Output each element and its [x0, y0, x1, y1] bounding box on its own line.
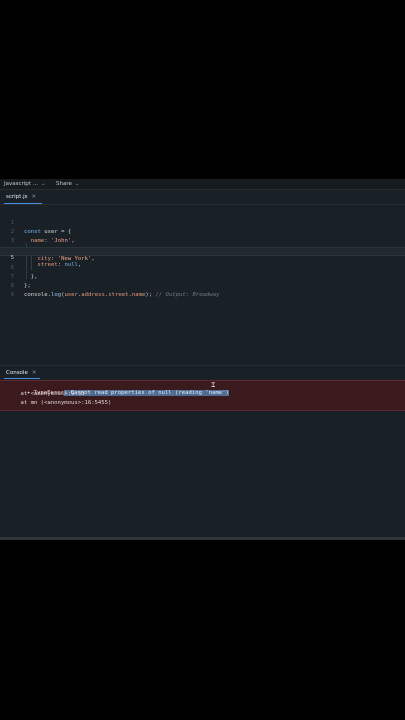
code-line: 9 [0, 282, 405, 298]
top-toolbar: Javascript ... ⌄ Share ⌄ [0, 179, 405, 190]
tab-console[interactable]: Console ✕ [6, 370, 36, 376]
language-selector[interactable]: Javascript ... ⌄ [4, 181, 46, 187]
close-icon[interactable]: ✕ [31, 194, 36, 200]
share-label: Share [56, 181, 72, 187]
code-editor[interactable]: 1 const user = { 2 name: 'John', 3 addre… [0, 206, 405, 366]
language-label: Javascript ... [4, 181, 38, 187]
line-number: 9 [10, 292, 14, 298]
code-line: 4 city: 'New York', [0, 237, 405, 262]
tab-label: script.js [6, 194, 28, 200]
console-tabbar: Console ✕ [0, 365, 405, 379]
bottom-status-strip [0, 537, 405, 540]
code-line: 2 name: 'John', [0, 219, 405, 244]
console-tab-label: Console [6, 370, 28, 376]
stack-frame: at <anonymous>:9:33 [7, 391, 85, 397]
share-button[interactable]: Share ⌄ [56, 181, 79, 187]
code-text: console.log(user.address.street.name); /… [24, 292, 220, 298]
code-line: 7 }; [0, 264, 405, 289]
code-line: 1 const user = { [0, 210, 405, 235]
error-message-selected: : Cannot read properties of null (readin… [63, 390, 229, 396]
tab-script-js[interactable]: script.js ✕ [6, 194, 36, 200]
close-icon[interactable]: ✕ [32, 370, 37, 376]
active-tab-indicator [4, 378, 40, 379]
code-playground-window: Javascript ... ⌄ Share ⌄ script.js ✕ 1 cons… [0, 179, 405, 540]
code-line: 3 address: { [0, 228, 405, 253]
mouse-cursor-icon: ⌶ [211, 381, 216, 389]
editor-tabbar: script.js ✕ [0, 190, 405, 205]
console-error-entry[interactable]: ▸ TypeError: Cannot read properties of nu… [0, 380, 405, 411]
code-line: 6 }, [0, 255, 405, 280]
active-tab-indicator [4, 203, 42, 204]
chevron-down-icon: ⌄ [40, 181, 46, 187]
stack-frame: at mn (<anonymous>:16:5455) [7, 400, 112, 406]
code-line: 8 console.log(user.address.street.name);… [0, 273, 405, 298]
chevron-down-icon: ⌄ [74, 181, 80, 187]
